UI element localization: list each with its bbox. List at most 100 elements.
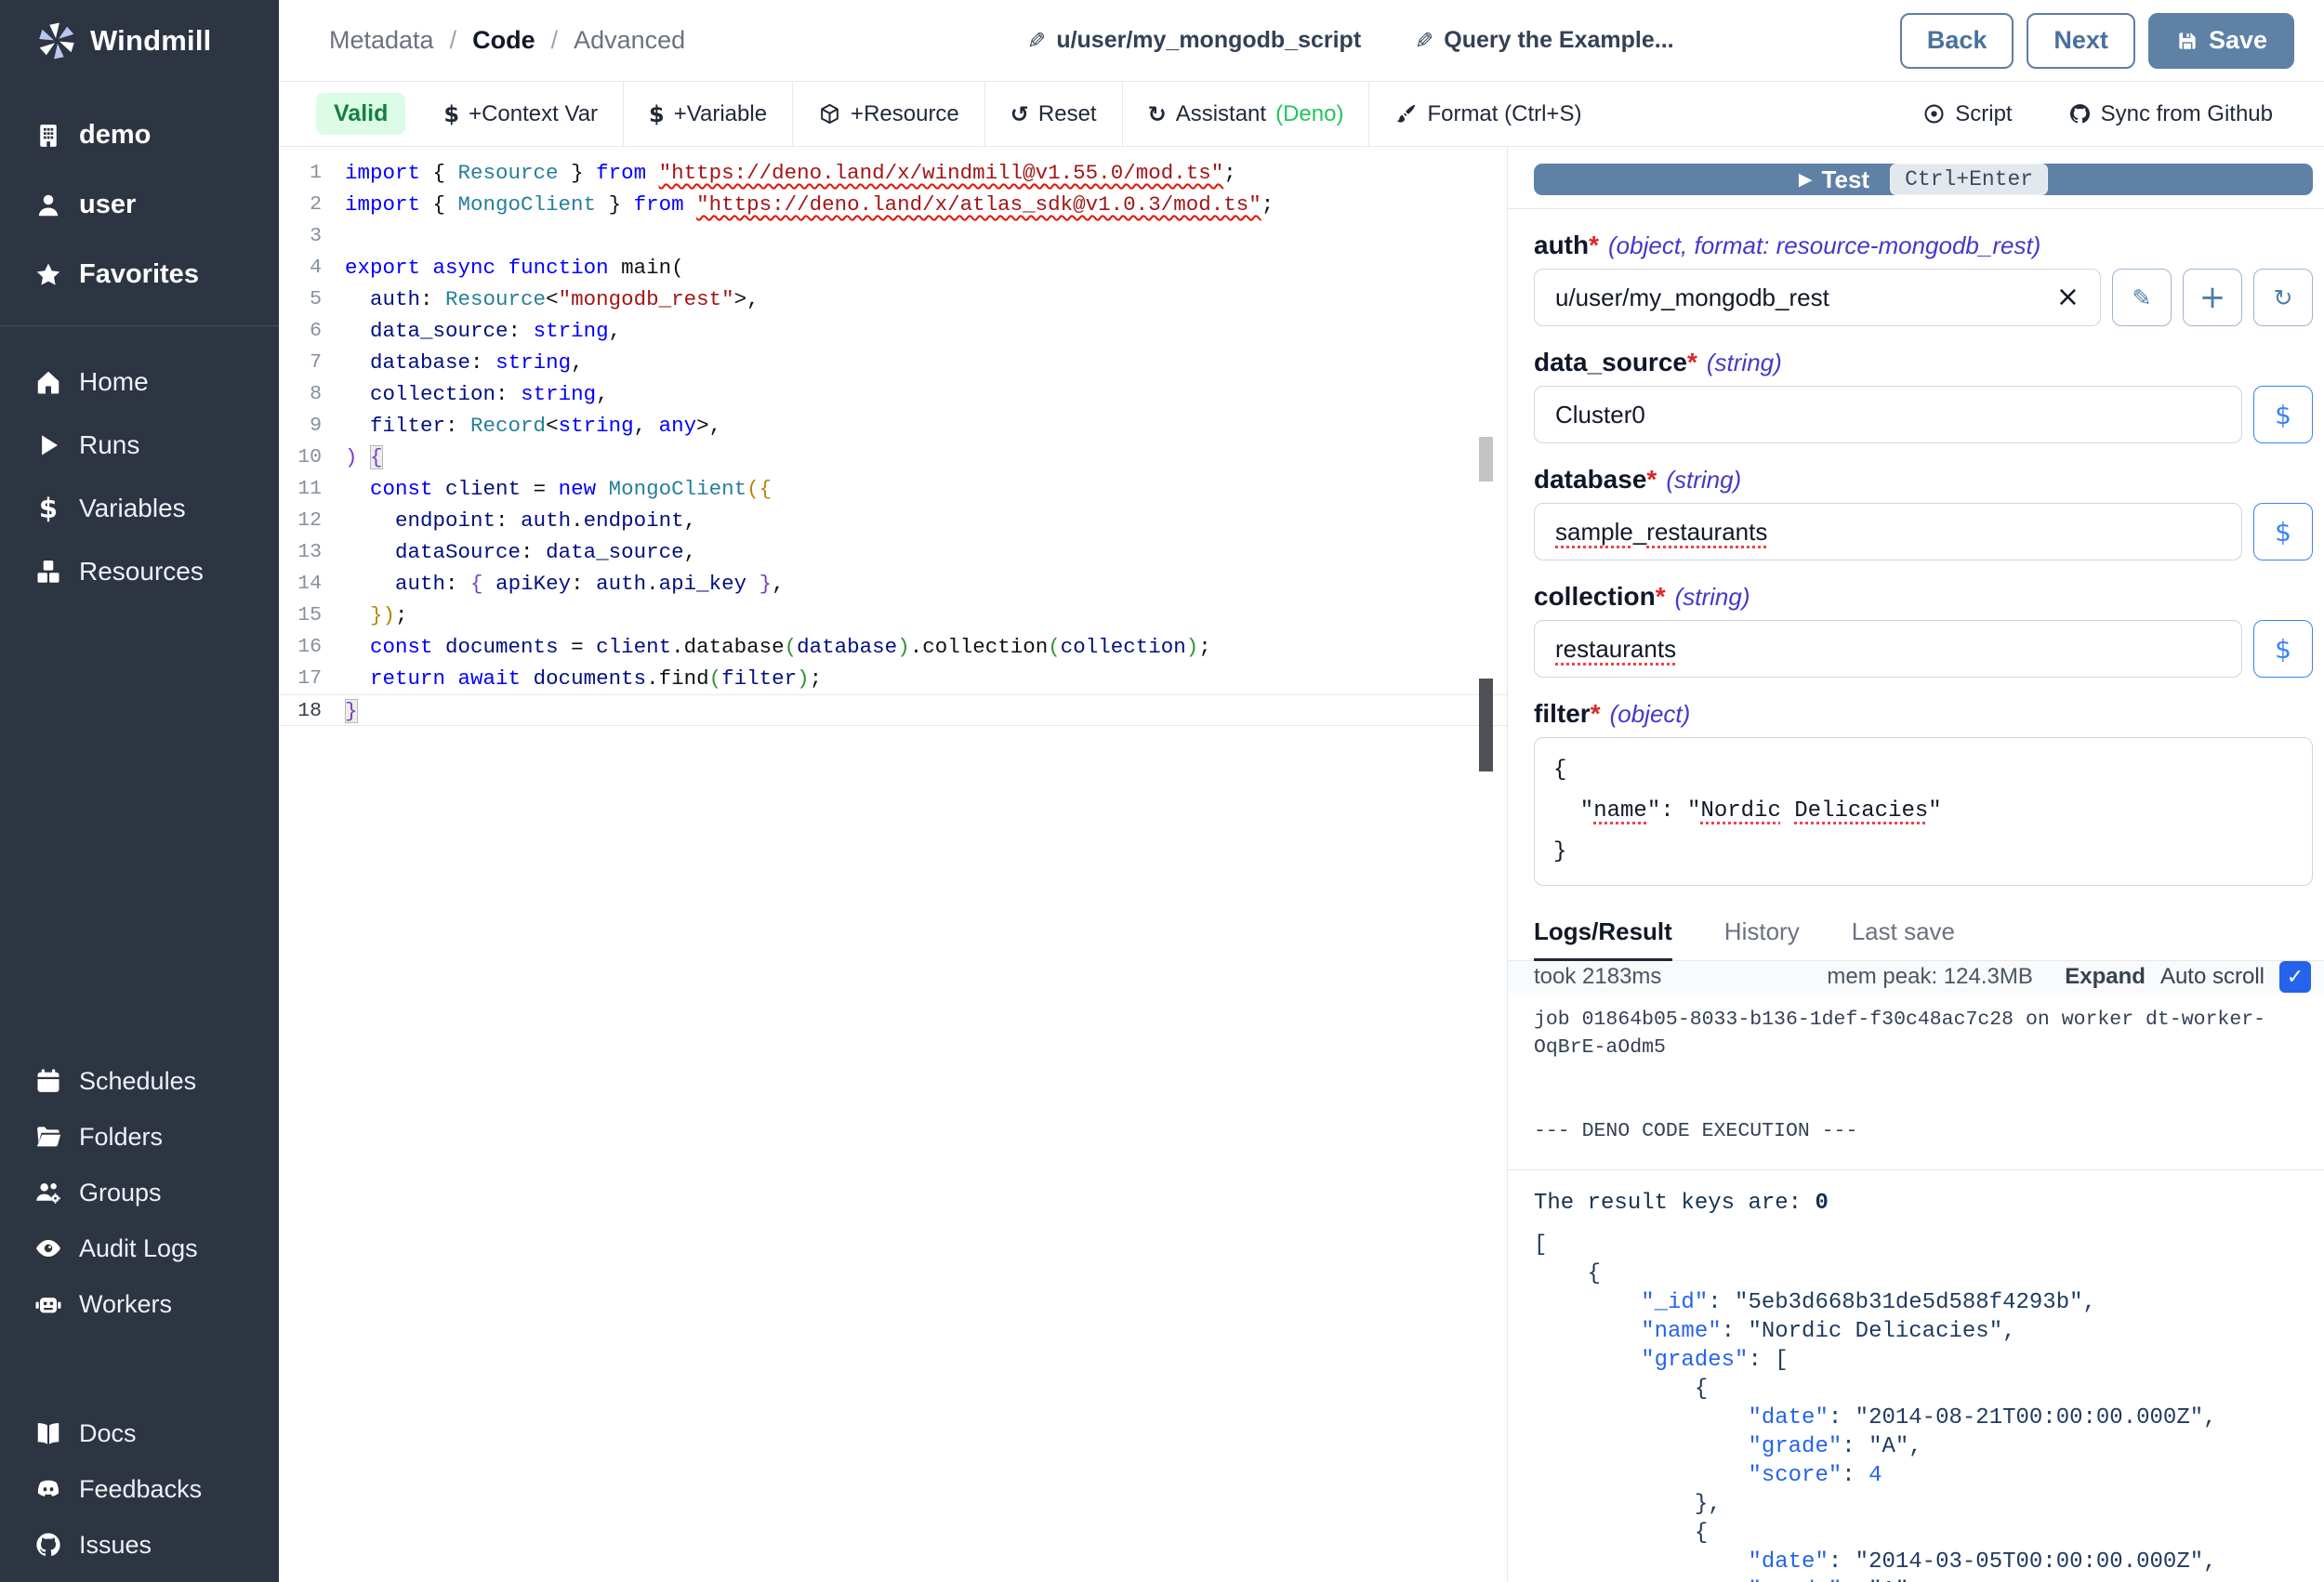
code-line: 13 dataSource: data_source, (279, 536, 1507, 568)
sidebar-item-demo[interactable]: demo (0, 100, 279, 170)
toolbar-variable[interactable]: $+Variable (624, 82, 792, 146)
eye-icon (32, 1234, 65, 1262)
collection-input[interactable]: restaurants (1534, 620, 2242, 678)
line-number: 3 (279, 220, 322, 252)
toolbar-resource[interactable]: +Resource (793, 82, 984, 146)
code-line: 12 endpoint: auth.endpoint, (279, 505, 1507, 536)
sidebar-item-runs[interactable]: Runs (0, 414, 279, 477)
insert-variable-button[interactable]: $ (2253, 620, 2313, 678)
tab-history[interactable]: History (1724, 917, 1800, 961)
valid-status-badge: Valid (316, 93, 405, 135)
code-line: 5 auth: Resource<"mongodb_rest">, (279, 283, 1507, 315)
sidebar-item-groups[interactable]: Groups (0, 1165, 279, 1220)
tab-advanced[interactable]: Advanced (574, 26, 685, 55)
code-line: 18} (279, 694, 1507, 726)
sidebar-item-label: Issues (79, 1531, 152, 1560)
field-name: collection (1534, 582, 1656, 611)
filter-json-editor[interactable]: { "name": "Nordic Delicacies"} (1534, 737, 2313, 886)
sidebar-item-issues[interactable]: Issues (0, 1517, 279, 1573)
refresh-resource-button[interactable]: ↻ (2253, 269, 2313, 326)
test-button[interactable]: ▶ Test Ctrl+Enter (1534, 164, 2313, 195)
code-line: 14 auth: { apiKey: auth.api_key }, (279, 568, 1507, 600)
field-name: database (1534, 465, 1646, 494)
sidebar-item-variables[interactable]: $Variables (0, 477, 279, 540)
resource-picker-input[interactable]: u/user/my_mongodb_rest× (1534, 269, 2101, 326)
line-number: 16 (279, 631, 322, 663)
tab-last-save[interactable]: Last save (1852, 917, 1955, 961)
field-auth: auth*(object, format: resource-mongodb_r… (1534, 231, 2313, 326)
sidebar-item-schedules[interactable]: Schedules (0, 1053, 279, 1109)
toolbar-item-label: Assistant (1176, 101, 1266, 127)
tab-metadata[interactable]: Metadata (329, 26, 434, 55)
field-type-note: (string) (1707, 349, 1782, 376)
calendar-icon (32, 1067, 65, 1095)
string-input-row: restaurants$ (1534, 620, 2313, 678)
toolbar-script[interactable]: Script (1897, 82, 2037, 146)
home-icon (32, 368, 65, 396)
editor-scrollbar-mark[interactable] (1479, 679, 1493, 771)
data_source-input[interactable]: Cluster0 (1534, 386, 2242, 443)
clear-icon[interactable]: × (2056, 283, 2080, 311)
toolbar-assistant[interactable]: ↻Assistant(Deno) (1123, 82, 1369, 146)
sidebar-item-feedbacks[interactable]: Feedbacks (0, 1461, 279, 1517)
sidebar-item-label: Favorites (79, 259, 199, 290)
path-chip-query-the-example[interactable]: ✎Query the Example... (1415, 27, 1673, 54)
expand-button[interactable]: Expand (2065, 964, 2146, 990)
breadcrumb-separator: / (551, 26, 559, 55)
field-name: auth (1534, 231, 1589, 259)
save-button[interactable]: Save (2148, 13, 2294, 69)
result-header: The result keys are: 0 (1534, 1191, 2313, 1216)
pencil-icon: ✎ (1415, 28, 1433, 54)
sidebar-item-resources[interactable]: Resources (0, 540, 279, 603)
argument-fields: auth*(object, format: resource-mongodb_r… (1534, 209, 2313, 886)
code-text: import { Resource } from "https://deno.l… (322, 157, 1236, 189)
sidebar-admin-group: SchedulesFoldersGroupsAudit LogsWorkers (0, 1053, 279, 1332)
sidebar-item-workers[interactable]: Workers (0, 1276, 279, 1332)
autoscroll-checkbox[interactable]: ✓ (2279, 961, 2311, 993)
tab-code[interactable]: Code (472, 26, 535, 55)
code-line: 4export async function main( (279, 252, 1507, 283)
code-line: 6 data_source: string, (279, 315, 1507, 347)
edit-resource-button[interactable]: ✎ (2112, 269, 2172, 326)
database-input[interactable]: sample_restaurants (1534, 503, 2242, 560)
code-line: 15 }); (279, 600, 1507, 631)
sidebar-item-docs[interactable]: Docs (0, 1405, 279, 1461)
sidebar-item-favorites[interactable]: Favorites (0, 240, 279, 310)
sidebar-item-label: demo (79, 120, 151, 151)
toolbar-item-label: +Context Var (469, 101, 598, 127)
field-name: data_source (1534, 348, 1687, 376)
assistant-icon: ↻ (1148, 101, 1167, 127)
field-label: filter*(object) (1534, 699, 2313, 729)
path-chip-u-user-my-mongodb-script[interactable]: ✎u/user/my_mongodb_script (1027, 27, 1361, 54)
field-filter: filter*(object) { "name": "Nordic Delicac… (1534, 699, 2313, 886)
code-text: auth: { apiKey: auth.api_key }, (322, 568, 785, 600)
back-button[interactable]: Back (1900, 13, 2014, 69)
add-resource-button[interactable]: + (2183, 269, 2242, 326)
insert-variable-button[interactable]: $ (2253, 386, 2313, 443)
play-icon (32, 431, 65, 459)
toolbar-sync-from-github[interactable]: Sync from Github (2043, 82, 2298, 146)
editor-scrollbar-thumb[interactable] (1479, 437, 1493, 481)
toolbar-context-var[interactable]: $+Context Var (418, 82, 623, 146)
code-text: const documents = client.database(databa… (322, 631, 1211, 663)
code-text: dataSource: data_source, (322, 536, 696, 568)
workspace-logo[interactable]: Windmill (0, 0, 279, 82)
sidebar-item-audit-logs[interactable]: Audit Logs (0, 1220, 279, 1276)
floppy-icon (2175, 29, 2199, 53)
tab-logs-result[interactable]: Logs/Result (1534, 917, 1672, 961)
line-number: 18 (279, 695, 322, 725)
next-button[interactable]: Next (2027, 13, 2135, 69)
sidebar-item-folders[interactable]: Folders (0, 1109, 279, 1165)
string-input-row: Cluster0$ (1534, 386, 2313, 443)
code-text: import { MongoClient } from "https://den… (322, 189, 1274, 220)
code-editor[interactable]: 1import { Resource } from "https://deno.… (279, 147, 1507, 1582)
sidebar-item-home[interactable]: Home (0, 350, 279, 414)
toolbar-reset[interactable]: ↺Reset (985, 82, 1122, 146)
log-result-divider (1508, 1169, 2324, 1170)
sidebar-item-label: Docs (79, 1419, 137, 1448)
insert-variable-button[interactable]: $ (2253, 503, 2313, 560)
windmill-logo-icon (35, 20, 78, 62)
line-number: 11 (279, 473, 322, 505)
sidebar-item-user[interactable]: user (0, 170, 279, 240)
toolbar-format-ctrl-s[interactable]: Format (Ctrl+S) (1369, 82, 1606, 146)
